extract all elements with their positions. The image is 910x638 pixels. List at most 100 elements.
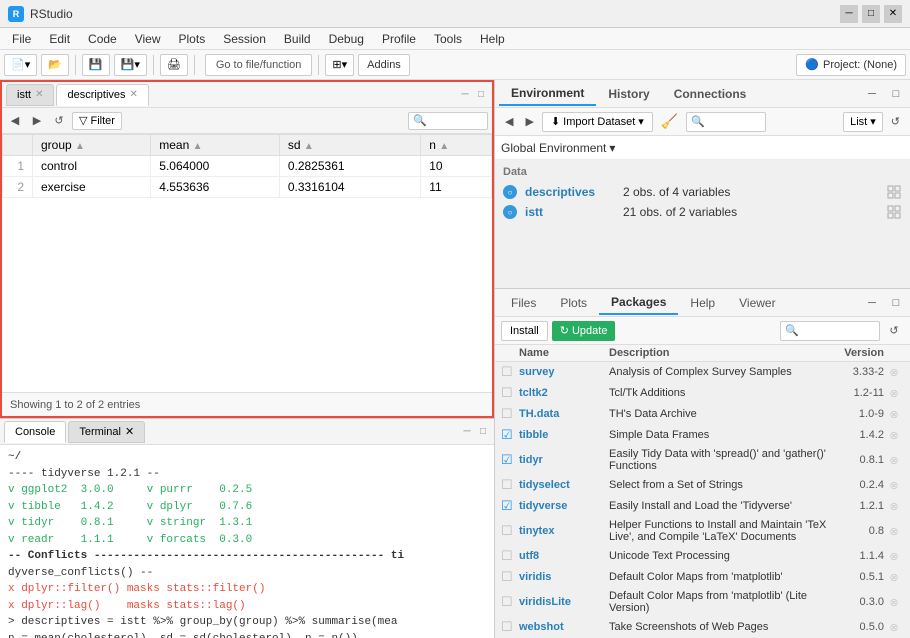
pkg-tab-viewer[interactable]: Viewer [727,291,787,315]
pkg-checkbox-tibble[interactable]: ☑ [501,427,519,443]
back-button[interactable]: ◀ [6,112,24,130]
col-header-group[interactable]: group ▲ [33,135,151,156]
maximize-pkg-button[interactable]: □ [886,293,906,313]
save-all-button[interactable]: 💾▾ [114,54,147,76]
menu-item-edit[interactable]: Edit [41,30,78,48]
clear-env-button[interactable]: 🧹 [657,112,682,132]
menu-item-build[interactable]: Build [276,30,319,48]
pkg-search-input[interactable] [780,321,880,341]
grid-button[interactable]: ⊞▾ [325,54,354,76]
env-item-name-descriptives[interactable]: descriptives [525,185,615,199]
forward-button[interactable]: ▶ [28,112,46,130]
menu-item-file[interactable]: File [4,30,39,48]
grid-view-icon-istt[interactable] [886,204,902,220]
import-dataset-button[interactable]: ⬇ Import Dataset ▾ [542,112,653,132]
pkg-del-survey[interactable]: ⊗ [884,366,904,379]
menu-item-tools[interactable]: Tools [426,30,470,48]
pkg-del-viridis[interactable]: ⊗ [884,571,904,584]
minimize-button[interactable]: ─ [840,5,858,23]
print-button[interactable]: 🖨 [160,54,188,76]
pkg-checkbox-utf8[interactable]: ☐ [501,548,519,564]
pkg-name-tidyselect[interactable]: tidyselect [519,479,609,491]
pkg-name-survey[interactable]: survey [519,366,609,378]
close-icon[interactable]: ✕ [130,89,138,100]
pkg-tab-files[interactable]: Files [499,291,548,315]
env-tab-connections[interactable]: Connections [662,82,759,106]
minimize-pane-button[interactable]: ─ [458,88,472,102]
pkg-refresh-button[interactable]: ↺ [884,321,904,341]
pkg-checkbox-tinytex[interactable]: ☐ [501,523,519,539]
pkg-name-webshot[interactable]: webshot [519,621,609,633]
new-file-button[interactable]: 📄▾ [4,54,37,76]
editor-search-input[interactable] [408,112,488,130]
minimize-pkg-button[interactable]: ─ [862,293,882,313]
pkg-del-tidyr[interactable]: ⊗ [884,454,904,467]
pkg-name-viridis[interactable]: viridis [519,571,609,583]
menu-item-code[interactable]: Code [80,30,125,48]
pkg-del-utf8[interactable]: ⊗ [884,550,904,563]
console-content[interactable]: ~/ ---- tidyverse 1.2.1 -- v ggplot2 3.0… [0,445,494,638]
env-forward-button[interactable]: ▶ [521,112,537,132]
pkg-del-tidyselect[interactable]: ⊗ [884,479,904,492]
menu-item-plots[interactable]: Plots [171,30,214,48]
menu-item-session[interactable]: Session [215,30,274,48]
pkg-del-tidyverse[interactable]: ⊗ [884,500,904,513]
pkg-checkbox-tcltk2[interactable]: ☐ [501,385,519,401]
pkg-checkbox-tidyr[interactable]: ☑ [501,452,519,468]
goto-file-button[interactable]: Go to file/function [205,54,313,76]
minimize-console-button[interactable]: ─ [460,425,474,439]
pkg-del-thdata[interactable]: ⊗ [884,408,904,421]
pkg-name-tinytex[interactable]: tinytex [519,525,609,537]
maximize-env-button[interactable]: □ [886,84,906,104]
pkg-name-tidyr[interactable]: tidyr [519,454,609,466]
col-header-n[interactable]: n ▲ [421,135,492,156]
pkg-checkbox-viridis[interactable]: ☐ [501,569,519,585]
editor-tab-istt[interactable]: istt ✕ [6,84,54,106]
pkg-name-thdata[interactable]: TH.data [519,408,609,420]
pkg-del-webshot[interactable]: ⊗ [884,621,904,634]
minimize-env-button[interactable]: ─ [862,84,882,104]
console-tab-console[interactable]: Console [4,421,66,443]
pkg-name-utf8[interactable]: utf8 [519,550,609,562]
close-icon[interactable]: ✕ [125,425,134,438]
maximize-button[interactable]: □ [862,5,880,23]
maximize-pane-button[interactable]: □ [474,88,488,102]
addins-button[interactable]: Addins [358,54,410,76]
col-header-mean[interactable]: mean ▲ [151,135,280,156]
pkg-tab-packages[interactable]: Packages [599,291,678,315]
save-button[interactable]: 💾 [82,54,110,76]
pkg-del-tcltk2[interactable]: ⊗ [884,387,904,400]
env-item-name-istt[interactable]: istt [525,205,615,219]
pkg-checkbox-tidyselect[interactable]: ☐ [501,477,519,493]
pkg-checkbox-thdata[interactable]: ☐ [501,406,519,422]
install-button[interactable]: Install [501,321,548,341]
menu-item-debug[interactable]: Debug [321,30,372,48]
pkg-checkbox-tidyverse[interactable]: ☑ [501,498,519,514]
col-header-sd[interactable]: sd ▲ [279,135,420,156]
menu-item-help[interactable]: Help [472,30,513,48]
global-env-dropdown[interactable]: Global Environment ▾ [501,141,615,155]
menu-item-profile[interactable]: Profile [374,30,424,48]
env-tab-environment[interactable]: Environment [499,82,596,106]
open-file-button[interactable]: 📂 [41,54,69,76]
env-search-input[interactable] [686,112,766,132]
grid-view-icon-descriptives[interactable] [886,184,902,200]
env-refresh-button[interactable]: ↺ [887,112,904,132]
menu-item-view[interactable]: View [127,30,169,48]
update-button[interactable]: ↻ Update [552,321,616,341]
pkg-del-tinytex[interactable]: ⊗ [884,525,904,538]
close-button[interactable]: ✕ [884,5,902,23]
pkg-checkbox-webshot[interactable]: ☐ [501,619,519,635]
pkg-name-viridislite[interactable]: viridisLite [519,596,609,608]
env-back-button[interactable]: ◀ [501,112,517,132]
maximize-console-button[interactable]: □ [476,425,490,439]
pkg-name-tibble[interactable]: tibble [519,429,609,441]
pkg-del-tibble[interactable]: ⊗ [884,429,904,442]
pkg-checkbox-survey[interactable]: ☐ [501,364,519,380]
list-view-button[interactable]: List ▾ [843,112,883,132]
project-button[interactable]: 🔵 Project: (None) [796,54,906,76]
filter-button[interactable]: ▽ Filter [72,112,122,130]
pkg-tab-help[interactable]: Help [678,291,727,315]
editor-tab-descriptives[interactable]: descriptives ✕ [56,84,148,106]
env-tab-history[interactable]: History [596,82,661,106]
